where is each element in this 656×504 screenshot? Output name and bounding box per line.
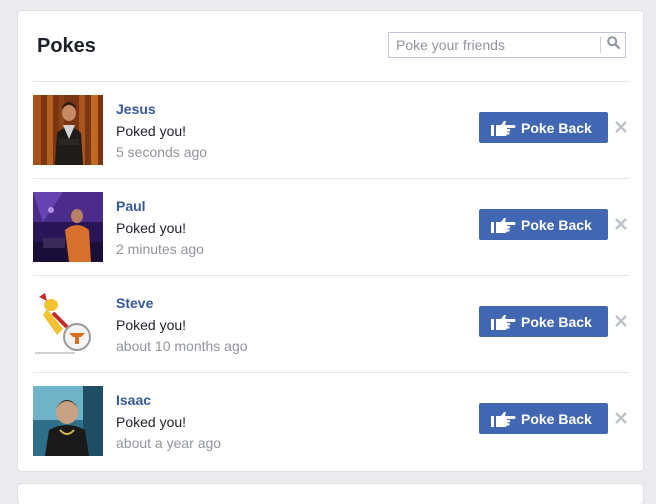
search-input[interactable] — [389, 33, 599, 57]
poker-name[interactable]: Isaac — [116, 392, 151, 408]
poker-name[interactable]: Steve — [116, 295, 153, 311]
close-icon[interactable] — [613, 313, 629, 329]
list-item: Steve Poked you! about 10 months ago Pok… — [33, 276, 629, 373]
poke-back-label: Poke Back — [521, 313, 592, 330]
poke-hand-icon — [490, 215, 516, 235]
list-item: Paul Poked you! 2 minutes ago Poke Back — [33, 179, 629, 276]
search-button[interactable] — [602, 34, 624, 56]
avatar[interactable] — [33, 95, 103, 165]
poke-back-button[interactable]: Poke Back — [479, 403, 608, 434]
next-panel — [18, 484, 643, 504]
poke-back-button[interactable]: Poke Back — [479, 306, 608, 337]
poker-name[interactable]: Paul — [116, 198, 146, 214]
poke-message: Poked you! — [116, 123, 187, 139]
poke-timestamp: 2 minutes ago — [116, 241, 204, 257]
list-item: Jesus Poked you! 5 seconds ago Poke Back — [33, 82, 629, 179]
poke-hand-icon — [490, 118, 516, 138]
pokes-panel: Pokes Poke your friends Jesus Poked you!… — [18, 11, 643, 471]
avatar[interactable] — [33, 192, 103, 262]
poke-back-button[interactable]: Poke Back — [479, 112, 608, 143]
poke-timestamp: 5 seconds ago — [116, 144, 208, 160]
close-icon[interactable] — [613, 119, 629, 135]
poke-message: Poked you! — [116, 317, 187, 333]
poke-back-label: Poke Back — [521, 410, 592, 427]
poke-timestamp: about 10 months ago — [116, 338, 248, 354]
poke-hand-icon — [490, 409, 516, 429]
poke-back-label: Poke Back — [521, 216, 592, 233]
avatar[interactable] — [33, 386, 103, 456]
poker-name[interactable]: Jesus — [116, 101, 156, 117]
poke-back-label: Poke Back — [521, 119, 592, 136]
close-icon[interactable] — [613, 410, 629, 426]
poke-message: Poked you! — [116, 414, 187, 430]
poke-hand-icon — [490, 312, 516, 332]
search-divider — [600, 37, 601, 53]
avatar[interactable] — [33, 289, 103, 359]
search-box — [388, 32, 626, 58]
close-icon[interactable] — [613, 216, 629, 232]
poke-message: Poked you! — [116, 220, 187, 236]
poke-back-button[interactable]: Poke Back — [479, 209, 608, 240]
page-title: Pokes — [37, 35, 96, 57]
poke-timestamp: about a year ago — [116, 435, 222, 451]
list-item: Isaac Poked you! about a year ago Poke B… — [33, 373, 629, 470]
search-icon — [606, 36, 620, 54]
